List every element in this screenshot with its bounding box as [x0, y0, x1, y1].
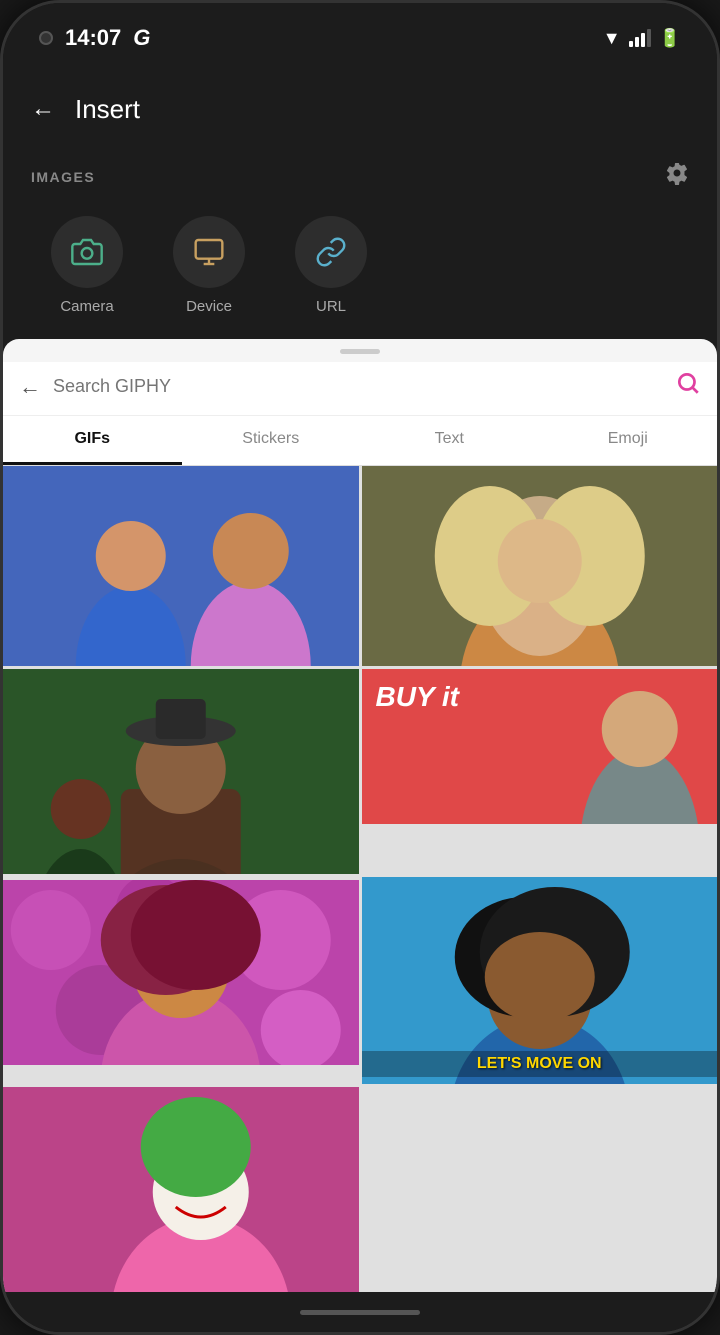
phone-screen: 14:07 G ▼ 🔋 ← Insert: [3, 3, 717, 1332]
device-icon-circle: [173, 216, 245, 288]
gif-item-6[interactable]: LET'S MOVE ON: [362, 877, 718, 1085]
images-header: IMAGES: [31, 161, 689, 192]
tab-stickers[interactable]: Stickers: [182, 416, 361, 465]
url-button[interactable]: URL: [295, 216, 367, 315]
url-label: URL: [316, 298, 346, 315]
wifi-icon: ▼: [603, 28, 621, 49]
url-icon-circle: [295, 216, 367, 288]
app-header: ← Insert: [3, 73, 717, 145]
gif-item-4[interactable]: BUY it: [362, 669, 718, 874]
gif-item-2[interactable]: [362, 466, 718, 666]
gif-item-3[interactable]: [3, 669, 359, 874]
search-icon[interactable]: [675, 370, 701, 403]
giphy-back-button[interactable]: ←: [19, 374, 41, 400]
battery-icon: 🔋: [659, 28, 681, 49]
gif-item-1[interactable]: [3, 466, 359, 666]
tab-emoji[interactable]: Emoji: [539, 416, 718, 465]
giphy-tabs: GIFs Stickers Text Emoji: [3, 416, 717, 466]
signal-icon: [629, 29, 651, 47]
front-camera: [39, 31, 53, 45]
gif-item-7[interactable]: [3, 1087, 359, 1292]
device-button[interactable]: Device: [173, 216, 245, 315]
status-time: 14:07: [65, 25, 121, 51]
tab-gifs[interactable]: GIFs: [3, 416, 182, 465]
tab-text[interactable]: Text: [360, 416, 539, 465]
status-left: 14:07 G: [39, 25, 150, 51]
search-input[interactable]: [53, 376, 663, 397]
search-bar: ←: [3, 362, 717, 416]
images-section: IMAGES Camera: [3, 145, 717, 339]
buy-it-label: BUY it: [376, 681, 460, 713]
gif-item-5[interactable]: [3, 880, 359, 1085]
back-button[interactable]: ←: [31, 95, 55, 123]
camera-icon-circle: [51, 216, 123, 288]
images-label: IMAGES: [31, 169, 95, 185]
camera-label: Camera: [60, 298, 113, 315]
status-icons: ▼ 🔋: [603, 28, 681, 49]
icon-buttons-row: Camera Device: [31, 216, 689, 315]
carrier-logo: G: [133, 25, 150, 51]
giphy-panel: ← GIFs Stickers Text Emoji: [3, 339, 717, 1292]
gif-grid: BUY it: [3, 466, 717, 1292]
status-bar: 14:07 G ▼ 🔋: [3, 3, 717, 73]
settings-icon[interactable]: [665, 161, 689, 192]
drag-handle: [340, 349, 380, 354]
camera-button[interactable]: Camera: [51, 216, 123, 315]
device-label: Device: [186, 298, 232, 315]
page-title: Insert: [75, 94, 140, 125]
phone-frame: 14:07 G ▼ 🔋 ← Insert: [0, 0, 720, 1335]
lets-move-label: LET'S MOVE ON: [362, 1051, 718, 1077]
